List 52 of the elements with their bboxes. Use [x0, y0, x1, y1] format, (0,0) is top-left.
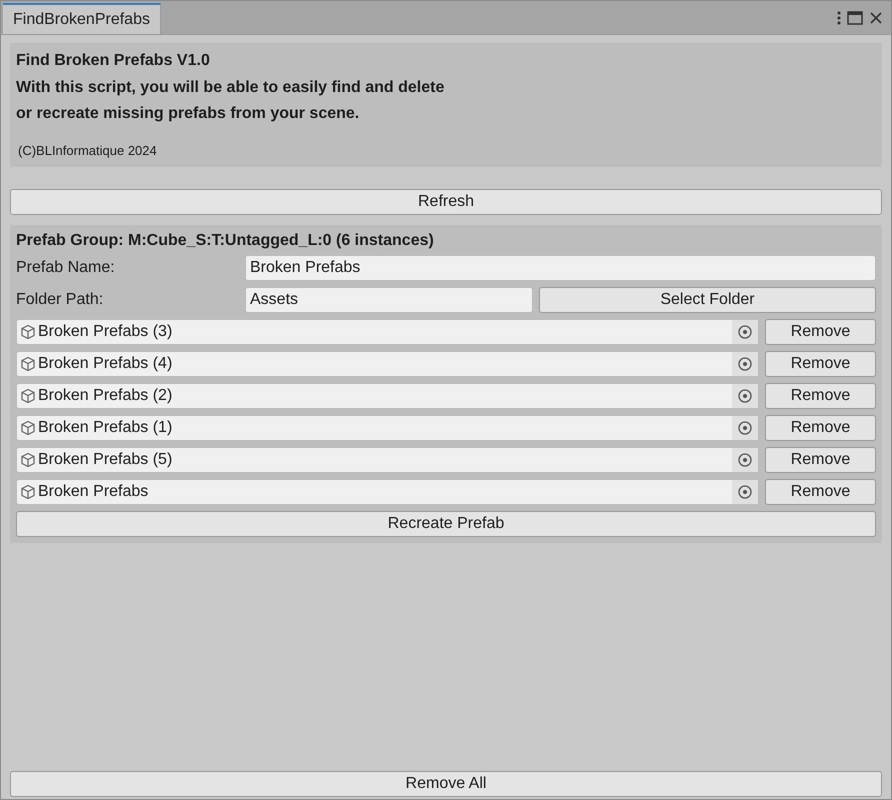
- object-field[interactable]: Broken Prefabs (3): [16, 318, 759, 344]
- field-label: Prefab Name:: [16, 258, 116, 278]
- target-icon: [737, 420, 753, 436]
- cube-icon: [20, 324, 36, 340]
- cube-icon: [20, 420, 36, 436]
- remove-all-button[interactable]: Remove All: [10, 771, 882, 797]
- remove-button[interactable]: Remove: [765, 350, 876, 376]
- folder-path-field[interactable]: Assets: [245, 286, 533, 312]
- remove-button[interactable]: Remove: [765, 478, 876, 504]
- cube-icon: [20, 484, 36, 500]
- object-name: Broken Prefabs (5): [38, 450, 174, 470]
- target-icon: [737, 324, 753, 340]
- object-picker-button[interactable]: [732, 384, 758, 408]
- copyright-text: (C)BLInformatique 2024: [18, 142, 158, 160]
- group-title: Prefab Group: M:Cube_S:T:Untagged_L:0 (6 instances): [16, 230, 435, 248]
- object-name: Broken Prefabs (3): [38, 322, 174, 342]
- object-picker-button[interactable]: [732, 416, 758, 440]
- close-icon[interactable]: [869, 10, 883, 24]
- object-field[interactable]: Broken Prefabs (4): [16, 350, 759, 376]
- header-title: Find Broken Prefabs V1.0: [16, 51, 211, 71]
- object-name: Broken Prefabs (4): [38, 354, 174, 374]
- recreate-prefab-button[interactable]: Recreate Prefab: [16, 510, 876, 536]
- maximize-icon[interactable]: [847, 10, 863, 24]
- refresh-button[interactable]: Refresh: [10, 188, 882, 214]
- prefab-name-field[interactable]: Broken Prefabs: [245, 254, 876, 280]
- cube-icon: [20, 452, 36, 468]
- remove-button[interactable]: Remove: [765, 382, 876, 408]
- object-field[interactable]: Broken Prefabs (5): [16, 446, 759, 472]
- target-icon: [737, 484, 753, 500]
- object-picker-button[interactable]: [732, 320, 758, 344]
- object-name: Broken Prefabs (2): [38, 386, 174, 406]
- more-icon[interactable]: [837, 10, 841, 24]
- remove-button[interactable]: Remove: [765, 414, 876, 440]
- object-picker-button[interactable]: [732, 480, 758, 504]
- object-name: Broken Prefabs: [38, 482, 150, 502]
- object-field[interactable]: Broken Prefabs (1): [16, 414, 759, 440]
- object-name: Broken Prefabs (1): [38, 418, 174, 438]
- window-tab[interactable]: FindBrokenPrefabs: [3, 3, 161, 34]
- object-field[interactable]: Broken Prefabs: [16, 478, 759, 504]
- target-icon: [737, 388, 753, 404]
- target-icon: [737, 452, 753, 468]
- cube-icon: [20, 388, 36, 404]
- select-folder-button[interactable]: Select Folder: [539, 286, 876, 312]
- object-picker-button[interactable]: [732, 448, 758, 472]
- cube-icon: [20, 356, 36, 372]
- remove-button[interactable]: Remove: [765, 318, 876, 344]
- object-picker-button[interactable]: [732, 352, 758, 376]
- field-label: Folder Path:: [16, 290, 104, 310]
- object-field[interactable]: Broken Prefabs (2): [16, 382, 759, 408]
- remove-button[interactable]: Remove: [765, 446, 876, 472]
- target-icon: [737, 356, 753, 372]
- header-description: With this script, you will be able to easily find and delete or recreate missing prefabs from your scene.: [16, 78, 446, 124]
